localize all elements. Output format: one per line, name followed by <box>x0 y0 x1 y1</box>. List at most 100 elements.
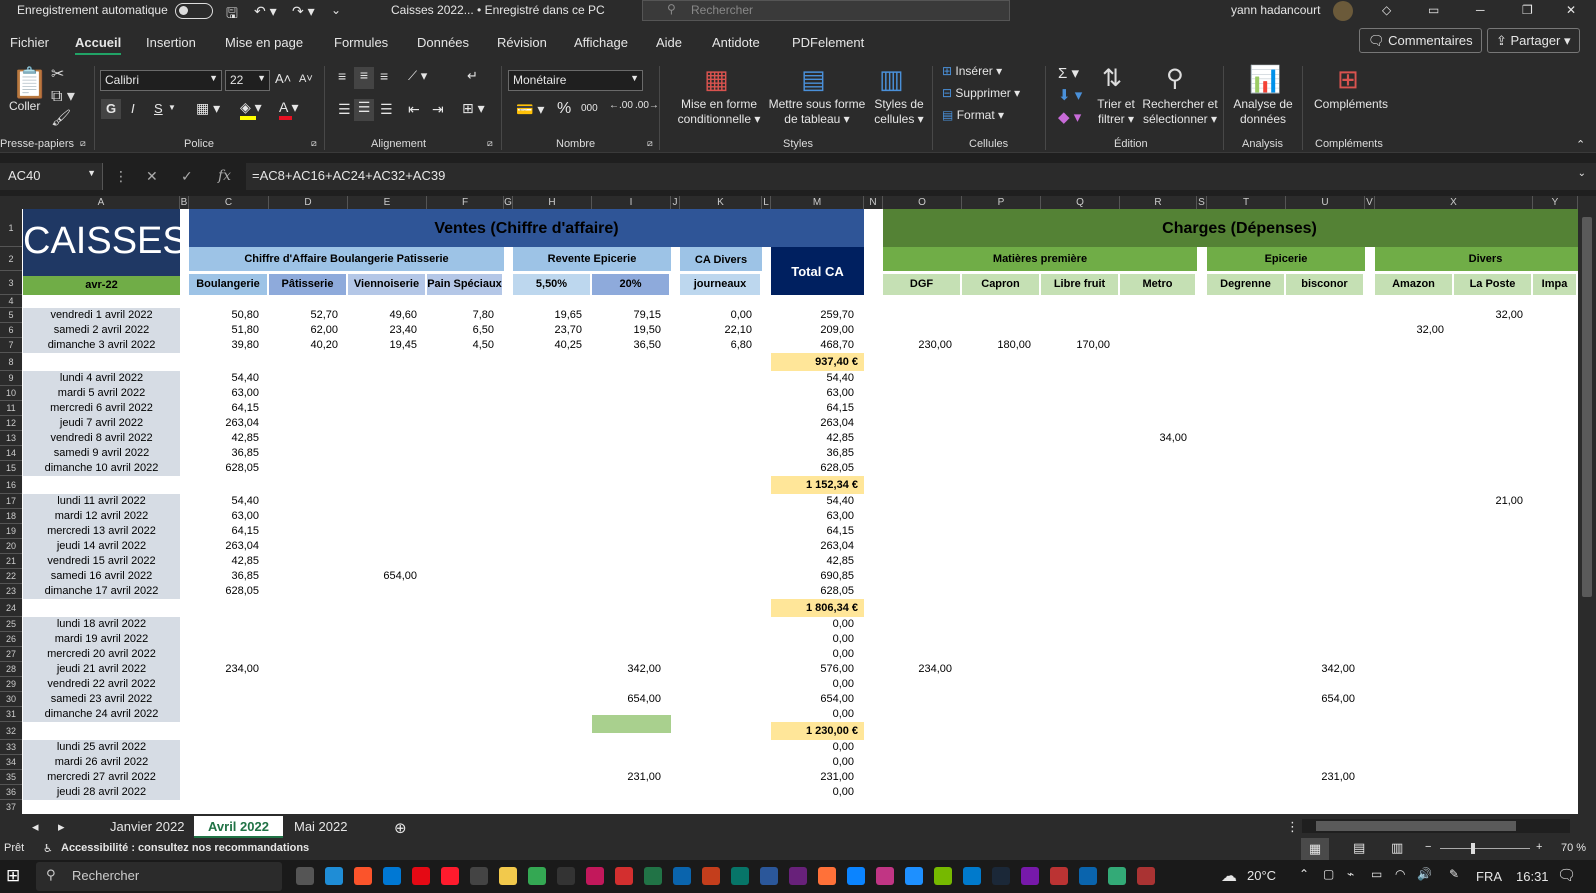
tab-insertion[interactable]: Insertion <box>146 35 196 50</box>
value-cell[interactable]: 50,80 <box>189 308 261 323</box>
row-header[interactable]: 6 <box>0 323 22 338</box>
align-left-icon[interactable]: ☰ <box>338 101 351 118</box>
tray-volume-icon[interactable]: 🔊 <box>1417 867 1432 881</box>
value-cell[interactable]: 51,80 <box>189 323 261 338</box>
weekly-total-cell[interactable]: 937,40 € <box>771 353 864 371</box>
vs-icon[interactable] <box>789 867 807 885</box>
row-header[interactable]: 22 <box>0 569 22 584</box>
page-layout-icon[interactable]: ▤ <box>1353 840 1365 856</box>
tray-battery-icon[interactable]: ▭ <box>1371 867 1382 881</box>
value-cell[interactable]: 42,85 <box>189 554 261 569</box>
chrome-icon[interactable] <box>528 867 546 885</box>
value-cell[interactable]: 19,45 <box>348 338 419 353</box>
row-header[interactable]: 9 <box>0 371 22 386</box>
publisher-icon[interactable] <box>731 867 749 885</box>
row-header[interactable]: 14 <box>0 446 22 461</box>
row-header[interactable]: 29 <box>0 677 22 692</box>
cell-styles-button[interactable]: Styles de cellules ▾ <box>866 97 932 127</box>
row-header[interactable]: 16 <box>0 476 22 494</box>
row-header[interactable]: 1 <box>0 209 22 247</box>
column-header[interactable]: N <box>864 196 883 209</box>
value-cell[interactable]: 170,00 <box>1041 338 1112 353</box>
autosum-icon[interactable]: Σ ▾ <box>1058 64 1079 82</box>
grow-font-icon[interactable]: A˄ <box>275 71 291 86</box>
tab-pdfelement[interactable]: PDFelement <box>792 35 864 50</box>
autosave-toggle[interactable] <box>175 3 213 19</box>
date-cell[interactable]: lundi 11 avril 2022 <box>23 494 180 509</box>
share-button[interactable]: ⇪ Partager ▾ <box>1487 28 1580 53</box>
date-cell[interactable]: samedi 2 avril 2022 <box>23 323 180 338</box>
undo-icon[interactable]: ↶ ▾ <box>254 3 277 20</box>
value-cell[interactable]: 230,00 <box>883 338 954 353</box>
restore-icon[interactable]: ❐ <box>1522 3 1533 17</box>
accessibility-icon[interactable]: ♿ <box>43 842 53 855</box>
value-cell[interactable]: 63,00 <box>189 386 261 401</box>
row-header[interactable]: 33 <box>0 740 22 755</box>
value-cell[interactable]: 7,80 <box>427 308 496 323</box>
row-header[interactable]: 10 <box>0 386 22 401</box>
row-header[interactable]: 20 <box>0 539 22 554</box>
row-header[interactable]: 37 <box>0 800 22 814</box>
shrink-font-icon[interactable]: A˅ <box>299 73 313 85</box>
date-cell[interactable]: jeudi 28 avril 2022 <box>23 785 180 800</box>
row-header[interactable]: 4 <box>0 295 22 308</box>
value-cell[interactable]: 234,00 <box>883 662 954 677</box>
addins-button[interactable]: Compléments <box>1303 97 1399 112</box>
value-cell[interactable]: 54,40 <box>771 494 856 509</box>
column-header[interactable]: J <box>671 196 680 209</box>
value-cell[interactable]: 180,00 <box>962 338 1033 353</box>
date-cell[interactable]: jeudi 21 avril 2022 <box>23 662 180 677</box>
formula-input[interactable]: =AC8+AC16+AC24+AC32+AC39 ⌄ <box>246 163 1596 190</box>
value-cell[interactable]: 52,70 <box>269 308 340 323</box>
date-cell[interactable]: mercredi 20 avril 2022 <box>23 647 180 662</box>
value-cell[interactable]: 263,04 <box>189 416 261 431</box>
value-cell[interactable]: 36,50 <box>592 338 663 353</box>
column-header[interactable]: L <box>762 196 771 209</box>
accounting-format-icon[interactable]: 💳 ▾ <box>516 101 544 118</box>
value-cell[interactable]: 0,00 <box>680 308 754 323</box>
app-icon[interactable] <box>847 867 865 885</box>
value-cell[interactable]: 63,00 <box>189 509 261 524</box>
cut-icon[interactable]: ✂ <box>51 64 64 84</box>
value-cell[interactable]: 628,05 <box>771 584 856 599</box>
date-cell[interactable]: samedi 16 avril 2022 <box>23 569 180 584</box>
borders-icon[interactable]: ▦ ▾ <box>196 100 220 117</box>
row-header[interactable]: 30 <box>0 692 22 707</box>
column-header[interactable]: O <box>883 196 962 209</box>
value-cell[interactable]: 628,05 <box>771 461 856 476</box>
date-cell[interactable]: mardi 19 avril 2022 <box>23 632 180 647</box>
zoom-slider[interactable] <box>1440 843 1530 854</box>
tab-accueil[interactable]: Accueil <box>75 35 122 55</box>
date-cell[interactable]: vendredi 1 avril 2022 <box>23 308 180 323</box>
value-cell[interactable]: 39,80 <box>189 338 261 353</box>
decrease-decimal-icon[interactable]: .00→ <box>635 100 659 111</box>
date-cell[interactable]: vendredi 8 avril 2022 <box>23 431 180 446</box>
column-header[interactable]: G <box>504 196 513 209</box>
media-icon[interactable] <box>557 867 575 885</box>
doc-title[interactable]: Caisses 2022... • Enregistré dans ce PC <box>391 3 605 17</box>
value-cell[interactable]: 0,00 <box>771 632 856 647</box>
paste-icon[interactable]: 📋 <box>11 66 48 101</box>
avatar[interactable] <box>1333 1 1353 21</box>
date-cell[interactable]: vendredi 15 avril 2022 <box>23 554 180 569</box>
column-header[interactable]: E <box>348 196 427 209</box>
row-header[interactable]: 26 <box>0 632 22 647</box>
value-cell[interactable]: 690,85 <box>771 569 856 584</box>
nvidia-icon[interactable] <box>934 867 952 885</box>
value-cell[interactable]: 22,10 <box>680 323 754 338</box>
value-cell[interactable]: 64,15 <box>189 401 261 416</box>
clipboard-launcher-icon[interactable]: ⧄ <box>80 138 86 149</box>
date-cell[interactable]: dimanche 24 avril 2022 <box>23 707 180 722</box>
zoom-out-icon[interactable]: − <box>1425 841 1431 853</box>
taskbar-search[interactable]: ⚲ Rechercher <box>36 862 282 891</box>
date-cell[interactable]: mercredi 6 avril 2022 <box>23 401 180 416</box>
underline-dropdown-icon[interactable]: ▼ <box>168 103 176 112</box>
insert-cells-button[interactable]: ⊞ Insérer ▾ <box>942 64 1002 78</box>
tab-fichier[interactable]: Fichier <box>10 35 49 50</box>
column-header[interactable]: D <box>269 196 348 209</box>
instagram-icon[interactable] <box>876 867 894 885</box>
format-cells-button[interactable]: ▤ Format ▾ <box>942 108 1004 122</box>
date-cell[interactable]: vendredi 22 avril 2022 <box>23 677 180 692</box>
value-cell[interactable]: 40,20 <box>269 338 340 353</box>
value-cell[interactable]: 64,15 <box>771 401 856 416</box>
